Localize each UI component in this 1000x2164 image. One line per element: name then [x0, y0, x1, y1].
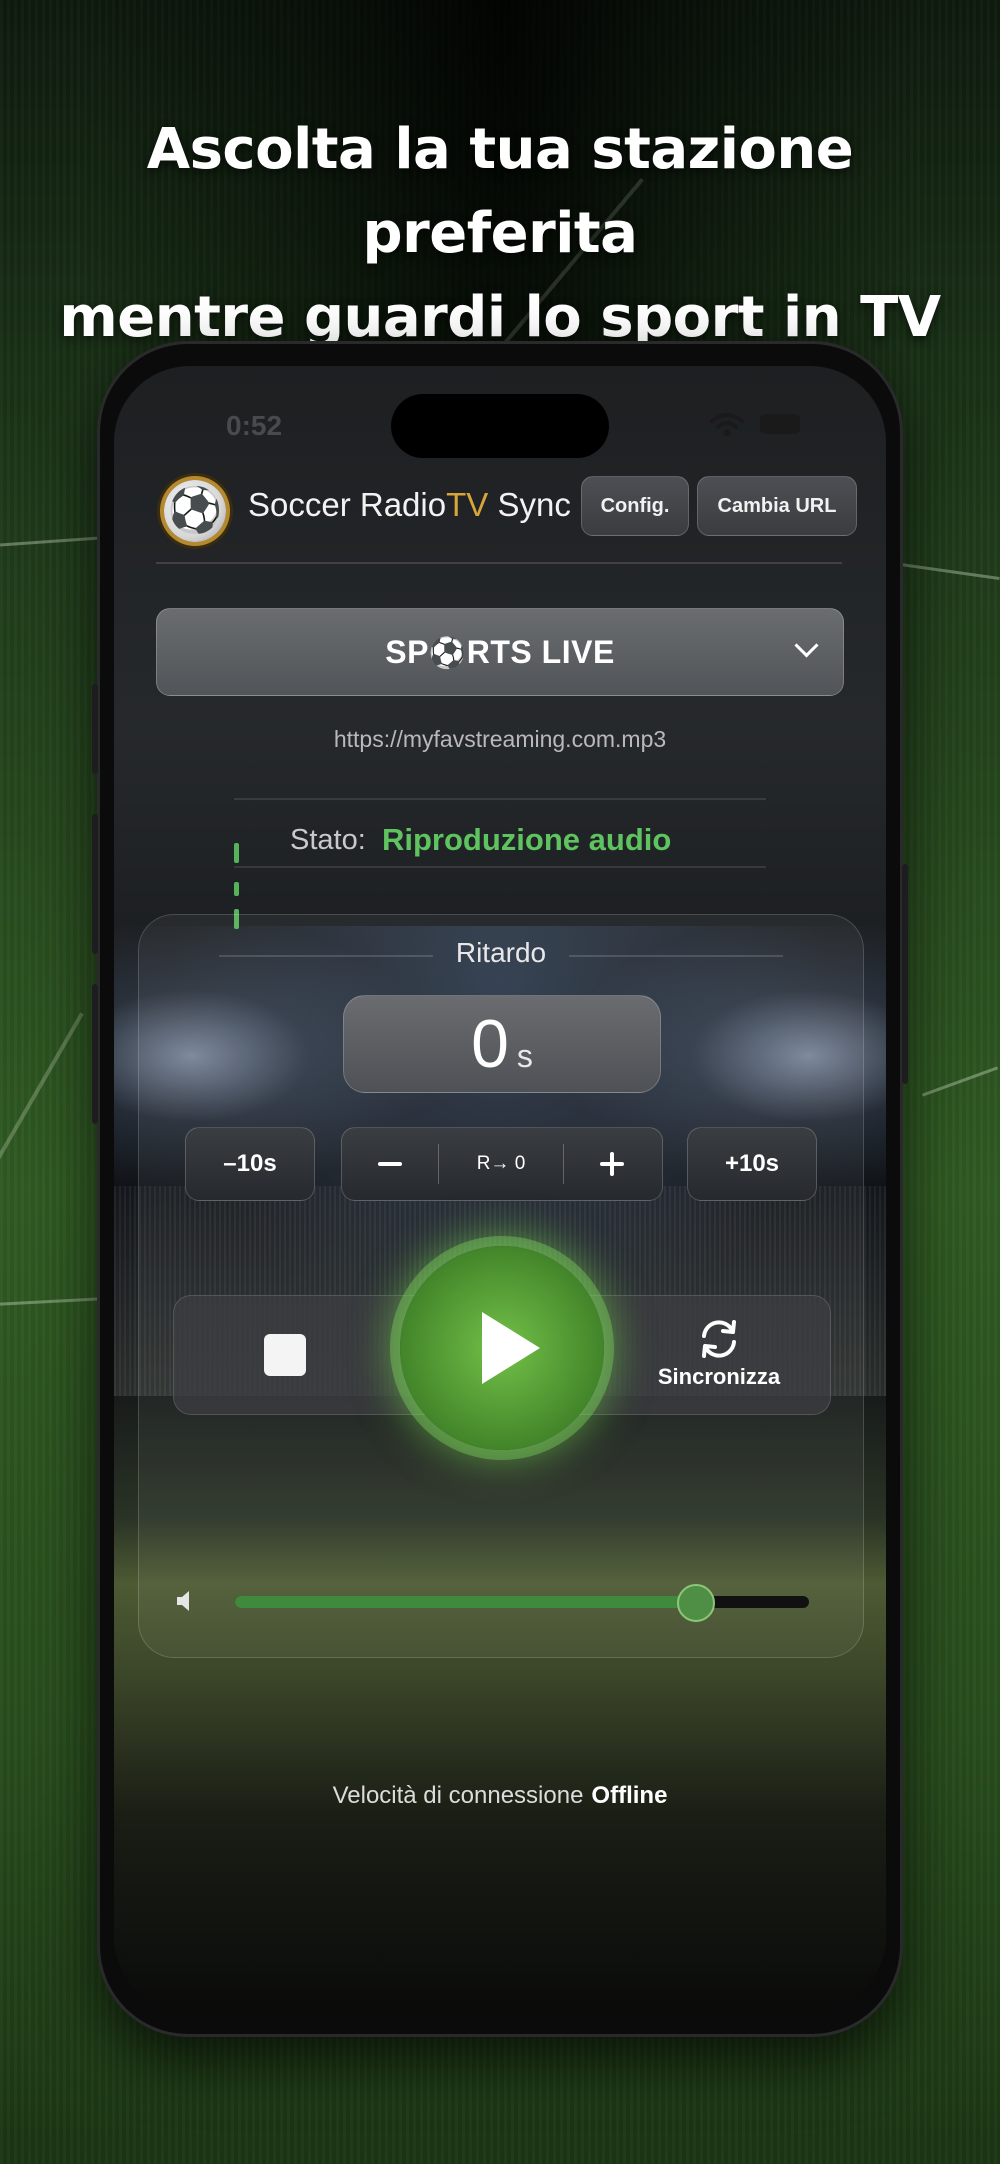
connection-speed: Velocità di connessione Offline	[114, 1782, 886, 1810]
minus-10s-button[interactable]: –10s	[185, 1127, 315, 1201]
phone-side-button	[92, 984, 98, 1124]
wifi-icon	[710, 413, 744, 437]
reset-delay-button[interactable]: R→ 0	[439, 1128, 563, 1200]
stop-button[interactable]	[264, 1334, 306, 1376]
status-value: Riproduzione audio	[382, 822, 672, 857]
sync-label: Sincronizza	[657, 1364, 781, 1389]
sync-button[interactable]: Sincronizza	[644, 1318, 794, 1390]
plus-button[interactable]	[564, 1128, 660, 1200]
headline-line-1: Ascolta la tua stazione preferita	[146, 117, 854, 266]
volume-slider[interactable]	[235, 1584, 809, 1622]
delay-title: Ritardo	[455, 937, 547, 968]
phone-side-button	[92, 684, 98, 774]
soccer-ball-logo-icon: ⚽	[164, 480, 226, 542]
app-title-part2: Sync	[488, 486, 571, 523]
header-divider	[156, 562, 842, 564]
app-title-part1: Soccer Radio	[248, 486, 447, 523]
volume-control	[175, 1584, 835, 1622]
config-button[interactable]: Config.	[581, 476, 689, 536]
stream-url: https://myfavstreaming.com.mp3	[333, 726, 667, 752]
promo-headline: Ascolta la tua stazione preferita mentre…	[0, 108, 1000, 360]
plus-10s-button[interactable]: +10s	[687, 1127, 817, 1201]
phone-side-button	[902, 864, 908, 1084]
status-label: Stato:	[290, 824, 366, 856]
play-icon	[482, 1312, 540, 1384]
sync-icon	[702, 1320, 736, 1358]
delay-adjust-group: R→ 0	[341, 1127, 663, 1201]
status-divider-bottom	[234, 866, 766, 868]
dynamic-island	[391, 394, 609, 458]
delay-value: 0	[471, 1006, 509, 1082]
speaker-icon	[177, 1591, 189, 1611]
delay-panel: Ritardo 0s –10s R→ 0 +10s Sincronizza	[138, 914, 864, 1658]
delay-unit: s	[516, 1038, 533, 1074]
status-divider-top	[234, 798, 766, 800]
volume-knob[interactable]	[677, 1584, 716, 1622]
field-line	[0, 1297, 101, 1306]
status-time: 0:52	[226, 410, 283, 441]
play-button[interactable]	[400, 1246, 604, 1450]
change-url-button[interactable]: Cambia URL	[697, 476, 857, 536]
station-dropdown[interactable]: SP⚽RTS LIVE	[156, 608, 844, 696]
field-line	[0, 1012, 84, 1188]
minus-button[interactable]	[342, 1128, 438, 1200]
transport-controls: Sincronizza	[173, 1246, 831, 1450]
plus-icon-vertical	[610, 1152, 614, 1176]
connection-value: Offline	[591, 1782, 668, 1809]
station-name-suffix: RTS LIVE	[466, 634, 615, 670]
field-line	[921, 1066, 999, 1097]
app-header: ⚽ Soccer RadioTV Sync Config. Cambia URL	[144, 474, 864, 544]
station-name-prefix: SP	[385, 634, 429, 670]
connection-label: Velocità di connessione	[332, 1782, 584, 1809]
volume-fill	[235, 1596, 695, 1608]
ritardo-line-right	[569, 955, 783, 957]
phone-screen: 0:52 ⚽ Soccer RadioTV Sync Config. Cambi…	[114, 366, 886, 2012]
minus-icon	[378, 1162, 402, 1166]
field-line	[900, 563, 1000, 580]
station-ball-icon: ⚽	[428, 637, 467, 670]
phone-frame: 0:52 ⚽ Soccer RadioTV Sync Config. Cambi…	[92, 344, 908, 2034]
battery-icon	[760, 414, 800, 434]
app-title-accent: TV	[446, 486, 489, 523]
app-title: Soccer RadioTV Sync	[248, 486, 571, 524]
delay-display: 0s	[343, 995, 661, 1093]
phone-side-button	[92, 814, 98, 954]
field-line	[0, 536, 100, 547]
station-name: SP⚽RTS LIVE	[157, 609, 843, 697]
